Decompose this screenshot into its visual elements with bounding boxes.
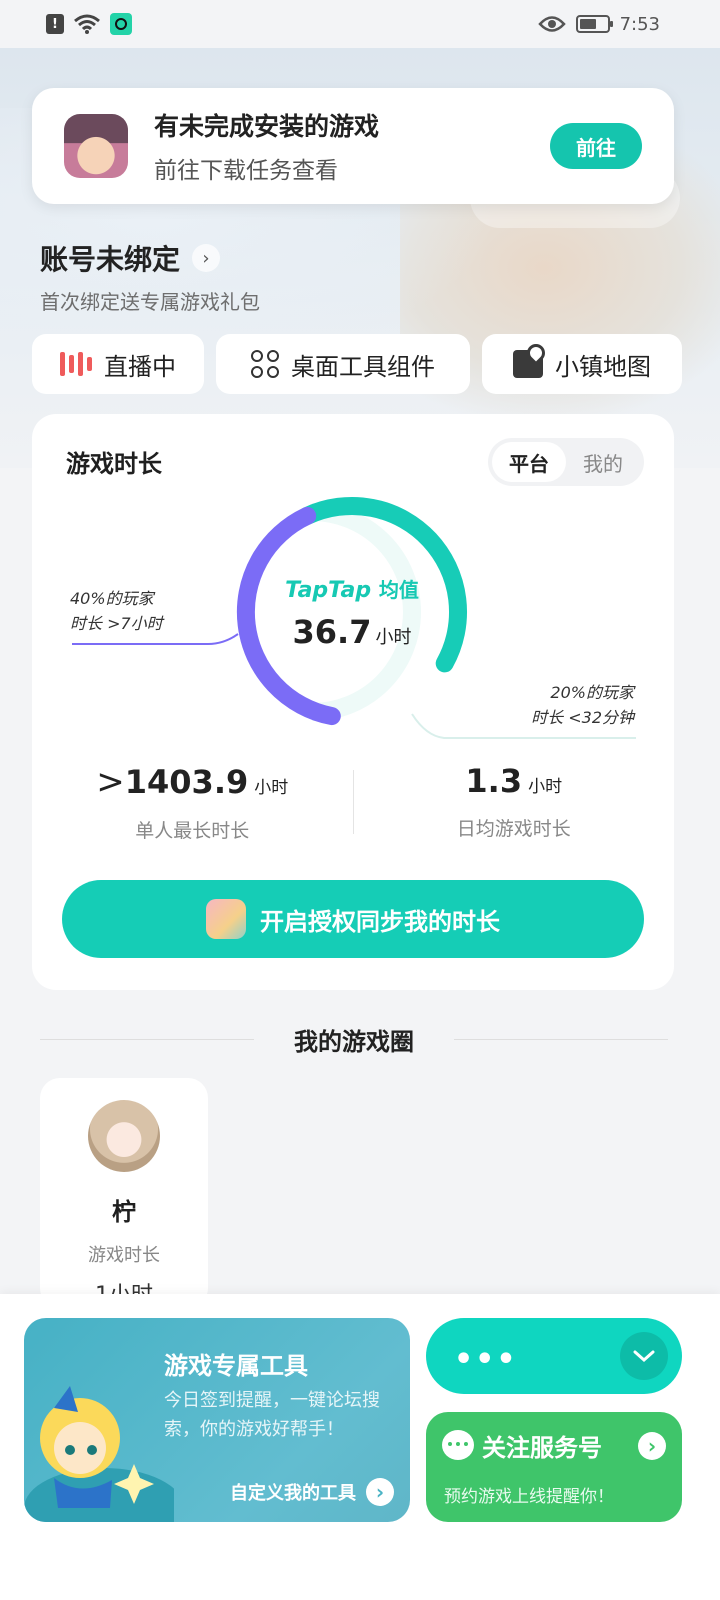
tool-card-title: 游戏专属工具 xyxy=(164,1352,308,1380)
game-art-icon xyxy=(206,899,246,939)
playtime-metrics: >1403.9 小时 单人最长时长 1.3 小时 日均游戏时长 xyxy=(32,762,674,854)
game-name: 柠 xyxy=(112,1198,136,1226)
eye-icon xyxy=(537,16,566,32)
metric-value: 1.3 小时 xyxy=(354,762,675,800)
quick-action-map[interactable]: 小镇地图 xyxy=(482,334,682,394)
metric-unit: 小时 xyxy=(528,777,563,797)
follow-service-card[interactable]: 关注服务号 › 预约游戏上线提醒你！ xyxy=(426,1412,682,1522)
ring-center-label: TapTap 均值 36.7 小时 xyxy=(252,574,452,651)
divider xyxy=(40,1039,254,1040)
section-title: 我的游戏圈 xyxy=(294,1028,414,1056)
game-circle-card[interactable]: 柠 游戏时长 1小时 xyxy=(40,1078,208,1308)
brand-name: TapTap xyxy=(285,578,372,603)
metric-value: >1403.9 小时 xyxy=(32,762,353,802)
battery-icon xyxy=(575,15,613,33)
brand-suffix: 均值 xyxy=(378,578,419,602)
quick-action-label: 小镇地图 xyxy=(555,352,651,381)
customize-tools-link[interactable]: 自定义我的工具 › xyxy=(230,1478,394,1506)
metric-longest: >1403.9 小时 单人最长时长 xyxy=(32,762,353,854)
metric-prefix: > xyxy=(96,762,125,802)
account-row[interactable]: 账号未绑定 › xyxy=(40,238,260,278)
character-avatar xyxy=(88,1100,160,1172)
annotation-right: 20%的玩家 时长 <32分钟 xyxy=(531,680,634,730)
annotation-right-line: 时长 <32分钟 xyxy=(531,708,634,727)
game-tools-card[interactable]: 游戏专属工具 今日签到提醒，一键论坛搜索，你的游戏好帮手！ 自定义我的工具 › xyxy=(24,1318,410,1522)
account-section[interactable]: 账号未绑定 › 首次绑定送专属游戏礼包 xyxy=(40,238,260,315)
sim-alert-icon: ! xyxy=(46,14,64,34)
annotation-left-line: 时长 >7小时 xyxy=(70,614,163,633)
game-time-label: 游戏时长 xyxy=(88,1245,160,1266)
quick-action-label: 桌面工具组件 xyxy=(291,352,435,381)
game-avatar-icon xyxy=(64,114,128,178)
playtime-card: 游戏时长 平台 我的 40%的玩家 时长 >7小时 20%的玩家 时长 <32分… xyxy=(32,414,674,990)
annotation-left: 40%的玩家 时长 >7小时 xyxy=(70,586,163,636)
expand-toggle[interactable] xyxy=(620,1332,668,1380)
annotation-right-line: 20%的玩家 xyxy=(550,683,634,702)
quick-action-widgets[interactable]: 桌面工具组件 xyxy=(216,334,470,394)
wifi-icon xyxy=(74,14,100,34)
sync-button-label: 开启授权同步我的时长 xyxy=(260,907,500,936)
status-bar: ! 7:53 xyxy=(0,0,720,48)
follow-subtitle: 预约游戏上线提醒你！ xyxy=(444,1487,614,1507)
center-brand: TapTap 均值 xyxy=(252,574,452,603)
center-value-unit: 小时 xyxy=(375,627,412,648)
taptap-notification-icon xyxy=(110,13,132,35)
status-time: 7:53 xyxy=(619,13,660,35)
center-value-number: 36.7 xyxy=(292,613,372,651)
metric-number: 1403.9 xyxy=(124,763,249,801)
metric-label: 单人最长时长 xyxy=(135,820,250,842)
annotation-left-line: 40%的玩家 xyxy=(70,589,154,608)
widget-grid-icon xyxy=(251,350,279,378)
map-pin-icon xyxy=(513,350,543,378)
live-bars-icon xyxy=(60,352,92,376)
notice-subtitle: 前往下载任务查看 xyxy=(154,158,338,184)
game-circle-header: 我的游戏圈 xyxy=(40,1022,668,1057)
more-dots-icon: ••• xyxy=(454,1342,518,1377)
pending-install-notice[interactable]: 有未完成安装的游戏 前往下载任务查看 前往 xyxy=(32,88,674,204)
chat-bubble-icon xyxy=(442,1430,474,1460)
quick-action-label: 直播中 xyxy=(104,352,176,381)
customize-tools-label: 自定义我的工具 xyxy=(230,1483,356,1504)
go-button[interactable]: 前往 xyxy=(550,123,642,169)
divider xyxy=(454,1039,668,1040)
more-actions-pill[interactable]: ••• xyxy=(426,1318,682,1394)
metric-number: 1.3 xyxy=(465,762,523,800)
bottom-tools-panel: 游戏专属工具 今日签到提醒，一键论坛搜索，你的游戏好帮手！ 自定义我的工具 › … xyxy=(0,1294,720,1600)
center-value: 36.7 小时 xyxy=(252,613,452,651)
chevron-down-icon xyxy=(633,1350,655,1363)
chevron-right-icon: › xyxy=(366,1478,394,1506)
quick-action-live[interactable]: 直播中 xyxy=(32,334,204,394)
account-subtitle: 首次绑定送专属游戏礼包 xyxy=(40,290,260,314)
notice-title: 有未完成安装的游戏 xyxy=(154,112,380,141)
metric-unit: 小时 xyxy=(254,778,289,798)
metric-label: 日均游戏时长 xyxy=(456,818,571,840)
chevron-right-icon: › xyxy=(192,244,221,272)
tool-card-desc: 今日签到提醒，一键论坛搜索，你的游戏好帮手！ xyxy=(164,1390,380,1440)
metric-daily: 1.3 小时 日均游戏时长 xyxy=(354,762,675,854)
notice-text: 有未完成安装的游戏 前往下载任务查看 xyxy=(154,107,550,185)
account-title: 账号未绑定 xyxy=(40,243,181,276)
status-right: 7:53 xyxy=(537,13,660,35)
chevron-right-icon: › xyxy=(638,1432,666,1460)
sync-playtime-button[interactable]: 开启授权同步我的时长 xyxy=(62,880,644,958)
follow-title: 关注服务号 xyxy=(482,1434,602,1462)
mascot-illustration xyxy=(24,1386,174,1522)
quick-actions: 直播中 桌面工具组件 小镇地图 xyxy=(32,334,684,394)
status-left: ! xyxy=(46,13,132,35)
